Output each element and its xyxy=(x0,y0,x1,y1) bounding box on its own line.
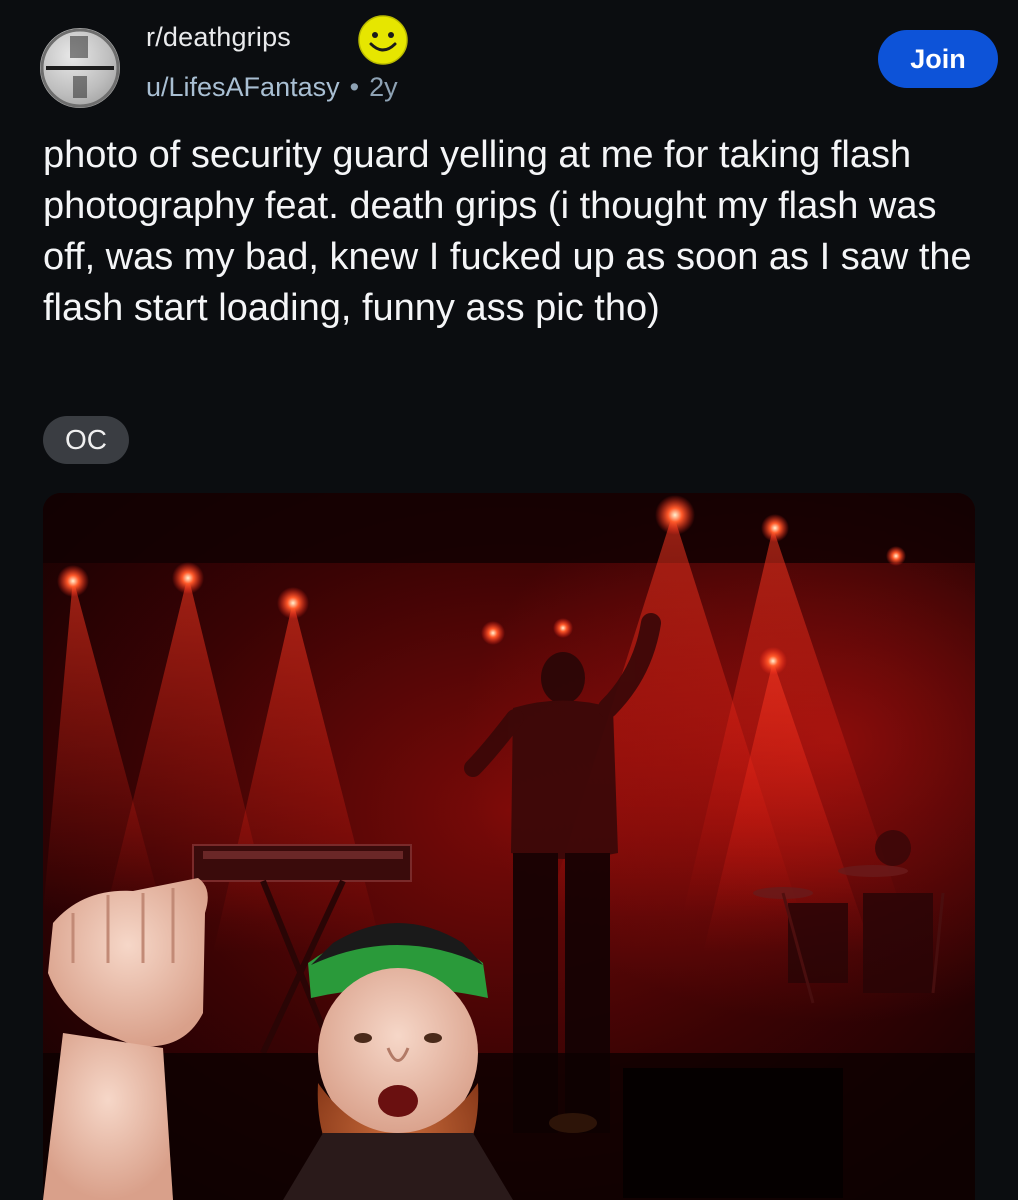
join-button[interactable]: Join xyxy=(878,30,998,88)
post-image[interactable] xyxy=(43,493,975,1200)
post-header: r/deathgrips u/LifesAFantasy • 2y Join xyxy=(0,0,1018,120)
author-link[interactable]: u/LifesAFantasy xyxy=(146,72,340,102)
post-meta: u/LifesAFantasy • 2y xyxy=(146,72,398,103)
smiley-emoji-icon xyxy=(357,14,409,66)
post-flair[interactable]: OC xyxy=(43,416,129,464)
post-age: 2y xyxy=(369,72,398,102)
concert-photo xyxy=(43,493,975,1200)
subreddit-avatar-icon[interactable] xyxy=(40,28,120,108)
post-title[interactable]: photo of security guard yelling at me fo… xyxy=(43,130,983,334)
subreddit-name[interactable]: r/deathgrips xyxy=(146,22,291,53)
meta-separator: • xyxy=(349,72,360,102)
